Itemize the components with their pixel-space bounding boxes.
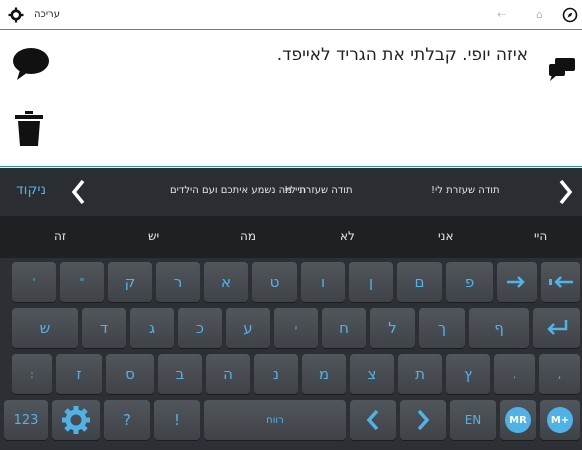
letter-key[interactable]: ל <box>370 308 415 348</box>
letter-key[interactable]: ן <box>349 262 393 302</box>
letter-key[interactable]: צ <box>350 354 394 394</box>
letter-key[interactable]: ח <box>322 308 366 348</box>
language-key[interactable]: EN <box>450 400 496 440</box>
letter-key[interactable]: ב <box>158 354 202 394</box>
chevron-left-icon <box>366 409 379 431</box>
letter-key[interactable]: כ <box>178 308 222 348</box>
letter-key[interactable]: ט <box>252 262 297 302</box>
letter-key[interactable]: ק <box>108 262 152 302</box>
chevron-right-icon[interactable] <box>557 179 573 205</box>
letter-key[interactable]: א <box>204 262 248 302</box>
backspace-arrow-icon <box>548 276 573 288</box>
numbers-key[interactable]: 123 <box>4 400 48 440</box>
letter-key[interactable]: ו <box>301 262 345 302</box>
letter-key[interactable]: ך <box>419 308 465 348</box>
keyboard: פ ם ן ו ט א ר ק " ' ף ך ל ח י ע כ ג ד ש … <box>0 258 582 450</box>
app-window: עריכה ⇠ ⌂ איזה יופי. קבלתי את הגריד לאיי… <box>0 0 582 450</box>
letter-key[interactable]: ם <box>397 262 442 302</box>
chevron-right-icon <box>417 409 430 431</box>
right-arrow-icon <box>507 276 525 288</box>
letter-key[interactable]: פ <box>446 262 493 302</box>
letter-key[interactable]: ר <box>156 262 200 302</box>
letter-key[interactable]: ס <box>106 354 154 394</box>
speak-icon[interactable] <box>548 57 576 81</box>
backspace-key[interactable] <box>541 262 580 302</box>
letter-key[interactable]: ע <box>226 308 270 348</box>
symbol-key[interactable]: " <box>60 262 104 302</box>
symbol-key[interactable]: , <box>539 354 580 394</box>
niqqud-button[interactable]: ניקוד <box>16 182 46 198</box>
chevron-left-icon[interactable] <box>71 179 87 205</box>
letter-key[interactable]: ד <box>82 308 126 348</box>
memory-recall-key[interactable]: MR <box>500 400 536 440</box>
symbol-key[interactable]: ' <box>12 262 56 302</box>
gear-icon[interactable] <box>8 7 24 23</box>
word-suggestion[interactable]: אני <box>438 229 454 243</box>
letter-key[interactable]: ש <box>12 308 78 348</box>
letter-key[interactable]: ה <box>206 354 250 394</box>
word-suggestion[interactable]: יש <box>148 229 159 243</box>
compass-icon[interactable] <box>562 7 578 23</box>
prediction-item[interactable]: תודה שעזרת לי! <box>284 185 353 196</box>
cursor-left-key[interactable] <box>350 400 396 440</box>
prediction-item[interactable]: תודה שעזרת לי! <box>431 185 500 196</box>
message-text: איזה יופי. קבלתי את הגריד לאייפד. <box>276 45 528 65</box>
letter-key[interactable]: ג <box>130 308 174 348</box>
mr-badge: MR <box>505 407 531 433</box>
symbol-key[interactable]: : <box>12 354 52 394</box>
word-suggestion[interactable]: זה <box>54 229 66 243</box>
settings-key[interactable] <box>52 400 100 440</box>
letter-key[interactable]: מ <box>302 354 346 394</box>
letter-key[interactable]: ץ <box>446 354 490 394</box>
letter-key[interactable]: ף <box>469 308 529 348</box>
question-key[interactable]: ? <box>104 400 150 440</box>
home-icon[interactable]: ⌂ <box>536 8 543 21</box>
word-suggestion[interactable]: מה <box>240 229 256 243</box>
letter-key[interactable]: ז <box>56 354 102 394</box>
memory-plus-key[interactable]: M+ <box>540 400 580 440</box>
mplus-badge: M+ <box>547 407 573 433</box>
letter-key[interactable]: י <box>274 308 318 348</box>
enter-key[interactable] <box>533 308 580 348</box>
edit-button[interactable]: עריכה <box>34 9 60 20</box>
letter-key[interactable]: נ <box>254 354 298 394</box>
speech-bubble-icon[interactable] <box>11 44 51 84</box>
arrow-key[interactable] <box>497 262 537 302</box>
symbol-key[interactable]: . <box>494 354 535 394</box>
exclaim-key[interactable]: ! <box>154 400 200 440</box>
word-suggestion-row: זה יש מה לא אני היי <box>0 216 582 258</box>
top-bar: עריכה ⇠ ⌂ <box>0 0 582 30</box>
gear-icon <box>62 406 90 434</box>
forward-arrow-icon[interactable]: ⇠ <box>497 8 506 21</box>
cursor-right-key[interactable] <box>400 400 446 440</box>
trash-icon[interactable] <box>14 111 44 147</box>
message-area[interactable]: איזה יופי. קבלתי את הגריד לאייפד. <box>0 31 582 167</box>
word-suggestion[interactable]: לא <box>340 229 355 243</box>
space-key[interactable]: רווח <box>204 400 346 440</box>
letter-key[interactable]: ת <box>398 354 442 394</box>
prediction-bar: ניקוד היי מה נשמע איתכם ועם הילדים תודה … <box>0 168 582 216</box>
word-suggestion[interactable]: היי <box>534 229 547 243</box>
enter-icon <box>546 320 567 335</box>
